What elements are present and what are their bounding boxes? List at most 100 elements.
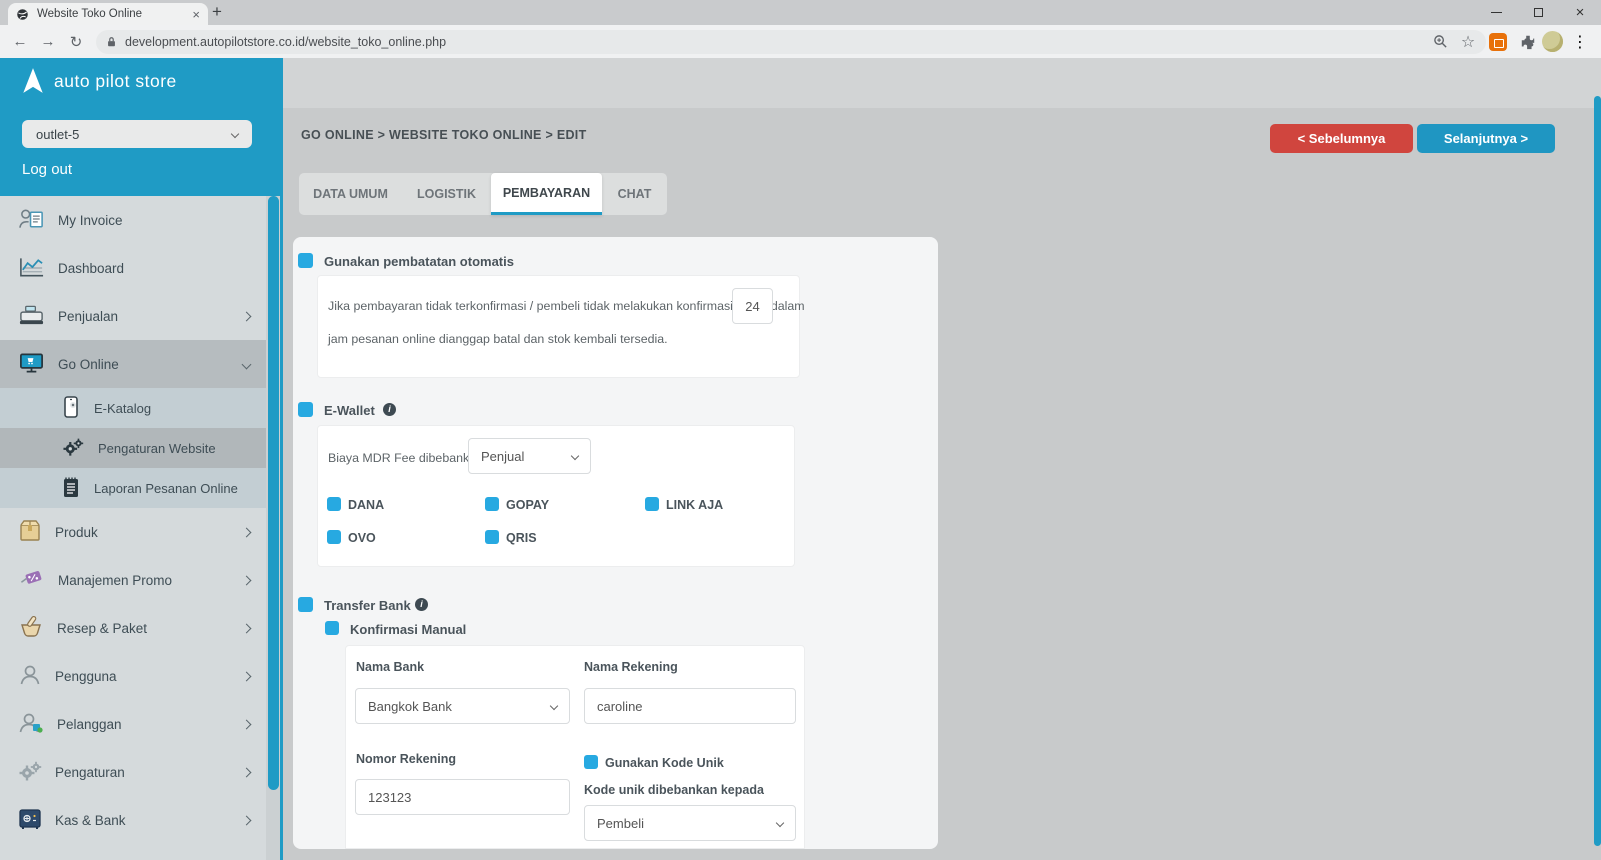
orange-extension-icon[interactable]: [1486, 25, 1510, 58]
ewallet-checkbox[interactable]: [298, 402, 313, 417]
close-icon: ×: [1576, 5, 1585, 20]
sidebar-item-dashboard[interactable]: Dashboard: [0, 244, 280, 292]
browser-menu-kebab-icon[interactable]: ⋮: [1568, 25, 1592, 58]
sidebar-subitem-laporan-pesanan-online[interactable]: Laporan Pesanan Online: [0, 468, 280, 508]
linkaja-checkbox[interactable]: [645, 497, 659, 511]
sidebar-item-pengguna[interactable]: Pengguna: [0, 652, 280, 700]
sidebar-item-manajemen-promo[interactable]: Manajemen Promo: [0, 556, 280, 604]
chevron-down-icon: [571, 452, 579, 460]
safe-vault-icon: [18, 807, 42, 834]
konfirmasi-manual-checkbox[interactable]: [325, 621, 339, 635]
smartphone-catalog-icon: [62, 396, 80, 421]
tab-title: Website Toko Online: [37, 8, 192, 20]
back-button[interactable]: ←: [6, 33, 34, 50]
nama-bank-select[interactable]: Bangkok Bank: [355, 688, 570, 724]
sidebar-item-pengaturan[interactable]: Pengaturan: [0, 748, 280, 796]
user-icon: [18, 663, 42, 690]
brand: auto pilot store: [20, 67, 177, 95]
chevron-down-icon: [550, 702, 558, 710]
kode-unik-target-select[interactable]: Pembeli: [584, 805, 796, 841]
invoice-icon: [18, 207, 45, 234]
mdr-fee-select[interactable]: Penjual: [468, 438, 591, 474]
sidebar-item-pelanggan[interactable]: Pelanggan: [0, 700, 280, 748]
payment-form-panel: Gunakan pembatatan otomatis Jika pembaya…: [293, 237, 938, 849]
auto-cancel-hours-input[interactable]: [732, 288, 773, 324]
dana-checkbox[interactable]: [327, 497, 341, 511]
sidebar-header: auto pilot store outlet-5 Log out: [0, 58, 280, 196]
chevron-down-icon: [242, 359, 252, 369]
minimize-button[interactable]: [1475, 0, 1517, 25]
konfirmasi-manual-label: Konfirmasi Manual: [350, 622, 466, 637]
url-bar[interactable]: development.autopilotstore.co.id/website…: [96, 30, 1486, 54]
logout-link[interactable]: Log out: [22, 161, 72, 178]
online-store-monitor-icon: [18, 351, 45, 378]
main-content: GO ONLINE > WEBSITE TOKO ONLINE > EDIT <…: [283, 58, 1601, 860]
profile-avatar[interactable]: [1540, 25, 1564, 58]
linkaja-label: LINK AJA: [666, 498, 723, 512]
qris-checkbox[interactable]: [485, 530, 499, 544]
lock-icon: [106, 36, 117, 48]
sidebar-item-kas-bank[interactable]: Kas & Bank: [0, 796, 280, 844]
settings-gears-icon: [18, 760, 42, 785]
dana-label: DANA: [348, 498, 384, 512]
brand-name: auto pilot store: [54, 71, 177, 92]
gopay-checkbox[interactable]: [485, 497, 499, 511]
chevron-down-icon: [231, 130, 239, 138]
customer-icon: [18, 711, 44, 738]
chevron-right-icon: [242, 815, 252, 825]
tab-chat[interactable]: CHAT: [602, 173, 667, 215]
ewallet-info-icon[interactable]: i: [383, 403, 396, 416]
restore-button[interactable]: [1517, 0, 1559, 25]
nama-bank-label: Nama Bank: [356, 660, 424, 674]
gopay-label: GOPAY: [506, 498, 549, 512]
reload-button[interactable]: ↻: [62, 33, 90, 51]
extensions-puzzle-icon[interactable]: [1516, 25, 1540, 58]
zoom-icon[interactable]: [1428, 25, 1452, 58]
ewallet-label: E-Wallet: [324, 403, 375, 418]
chevron-right-icon: [242, 311, 252, 321]
browser-tab[interactable]: Website Toko Online ×: [8, 3, 208, 25]
tab-data-umum[interactable]: DATA UMUM: [299, 173, 402, 215]
restore-icon: [1534, 8, 1543, 17]
sidebar-subitem-pengaturan-website[interactable]: Pengaturan Website: [0, 428, 280, 468]
close-button[interactable]: ×: [1559, 0, 1601, 25]
kode-unik-target-label: Kode unik dibebankan kepada: [584, 783, 764, 797]
product-box-icon: [18, 519, 42, 546]
browser-toolbar: ← → ↻ development.autopilotstore.co.id/w…: [0, 25, 1601, 58]
nomor-rekening-input[interactable]: [355, 779, 570, 815]
tab-pembayaran[interactable]: PEMBAYARAN: [491, 173, 602, 215]
sidebar-item-resep-paket[interactable]: Resep & Paket: [0, 604, 280, 652]
sidebar-item-go-online[interactable]: Go Online: [0, 340, 280, 388]
form-tabbar: DATA UMUM LOGISTIK PEMBAYARAN CHAT: [299, 173, 667, 215]
forward-button[interactable]: →: [34, 33, 62, 50]
nama-rekening-label: Nama Rekening: [584, 660, 678, 674]
sidebar-item-penjualan[interactable]: Penjualan: [0, 292, 280, 340]
sidebar-scrollbar-thumb[interactable]: [268, 196, 279, 790]
sidebar-item-my-invoice[interactable]: My Invoice: [0, 196, 280, 244]
tab-logistik[interactable]: LOGISTIK: [402, 173, 491, 215]
browser-window: Website Toko Online × + × ← → ↻ developm…: [0, 0, 1601, 860]
new-tab-button[interactable]: +: [212, 2, 222, 22]
bookmark-star-icon[interactable]: ☆: [1456, 25, 1480, 58]
previous-button[interactable]: < Sebelumnya: [1270, 124, 1413, 153]
tab-close-icon[interactable]: ×: [192, 7, 200, 22]
transfer-bank-info-icon[interactable]: i: [415, 598, 428, 611]
kode-unik-checkbox[interactable]: [584, 755, 598, 769]
sidebar-item-produk[interactable]: Produk: [0, 508, 280, 556]
ovo-checkbox[interactable]: [327, 530, 341, 544]
content-header-band: [283, 58, 1601, 108]
sidebar-subitem-e-katalog[interactable]: E-Katalog: [0, 388, 280, 428]
chevron-right-icon: [242, 623, 252, 633]
chevron-right-icon: [242, 527, 252, 537]
mortar-pestle-icon: [18, 615, 44, 642]
qris-label: QRIS: [506, 531, 537, 545]
outlet-select[interactable]: outlet-5: [22, 120, 252, 148]
auto-cancel-checkbox[interactable]: [298, 253, 313, 268]
next-button[interactable]: Selanjutnya >: [1417, 124, 1555, 153]
konfirmasi-manual-card: Nama Bank Bangkok Bank Nama Rekening Nom…: [345, 645, 805, 849]
chevron-right-icon: [242, 671, 252, 681]
nama-rekening-input[interactable]: [584, 688, 796, 724]
page-scrollbar-thumb[interactable]: [1594, 96, 1601, 846]
transfer-bank-checkbox[interactable]: [298, 597, 313, 612]
transfer-bank-label: Transfer Bank: [324, 598, 411, 613]
